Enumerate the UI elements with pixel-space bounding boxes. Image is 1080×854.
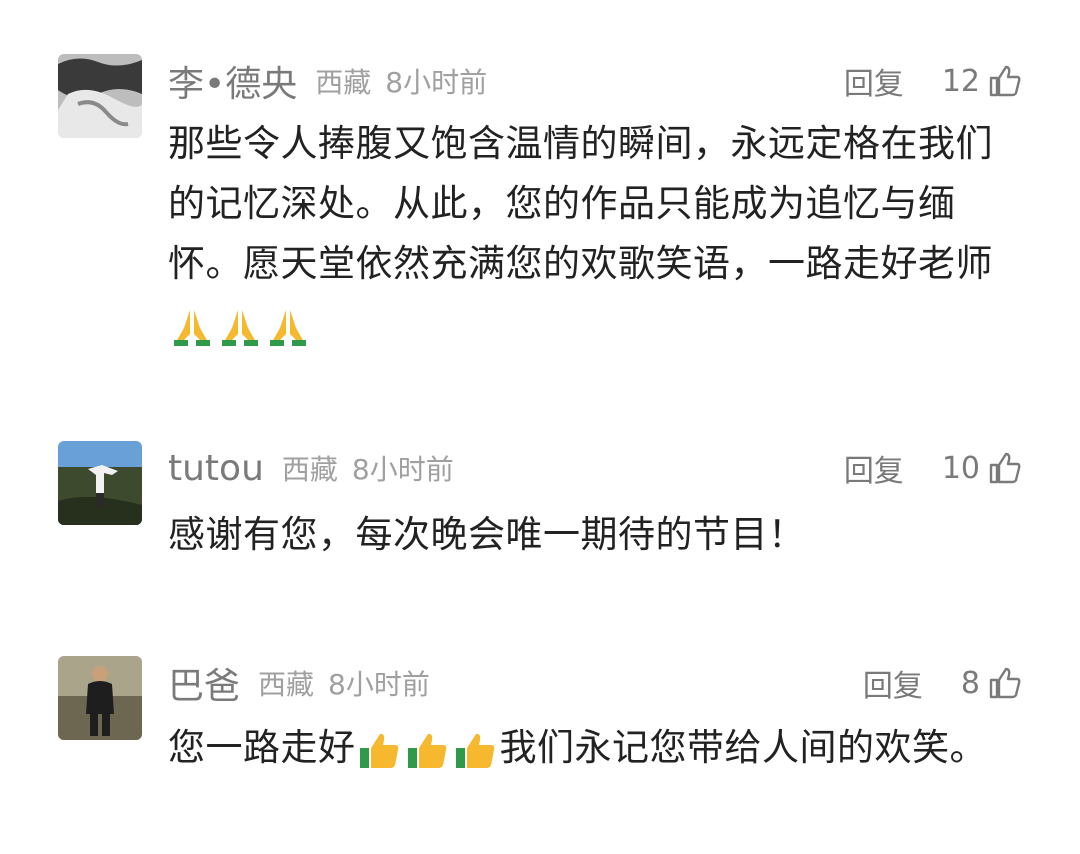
reply-button[interactable]: 回复 <box>863 661 923 705</box>
folded-hands-icon <box>170 304 214 348</box>
like-count: 8 <box>960 665 980 701</box>
comment-text-main: 您一路走好 <box>168 726 356 769</box>
like-icon[interactable] <box>988 666 1022 700</box>
thumbs-up-icon <box>358 728 402 772</box>
comment-actions: 回复 10 <box>844 441 1022 495</box>
location: 西藏 <box>258 668 315 701</box>
comment-text: 您一路走好 我们永记您带给人间的欢笑。 <box>168 718 1008 778</box>
timestamp: 8小时前 <box>385 66 488 99</box>
comment-actions: 回复 8 <box>863 656 1022 710</box>
comment-meta: 巴爸 西藏 8小时前 <box>168 656 430 710</box>
avatar[interactable] <box>58 54 142 138</box>
avatar[interactable] <box>58 441 142 525</box>
location: 西藏 <box>315 66 372 99</box>
timestamp: 8小时前 <box>351 453 454 486</box>
username[interactable]: tutou <box>168 448 264 489</box>
reply-button[interactable]: 回复 <box>844 446 904 490</box>
timestamp: 8小时前 <box>328 668 430 701</box>
like-icon[interactable] <box>988 64 1022 98</box>
like-count: 10 <box>941 450 980 486</box>
comment-meta: tutou 西藏 8小时前 <box>168 441 454 495</box>
comment-text: 那些令人捧腹又饱含温情的瞬间，永远定格在我们的记忆深处。从此，您的作品只能成为追… <box>168 114 1008 354</box>
comment-text-main: 那些令人捧腹又饱含温情的瞬间，永远定格在我们的记忆深处。从此，您的作品只能成为追… <box>168 122 993 285</box>
thumbs-up-icon <box>406 728 450 772</box>
comment-text-main: 感谢有您，每次晚会唯一期待的节目！ <box>168 513 806 556</box>
comment-meta: 李•德央 西藏 8小时前 <box>168 54 487 108</box>
avatar[interactable] <box>58 656 142 740</box>
username[interactable]: 巴爸 <box>168 657 240 709</box>
like-icon[interactable] <box>988 451 1022 485</box>
like-count: 12 <box>941 63 980 99</box>
thumbs-up-icon <box>454 728 498 772</box>
comment-text-tail: 我们永记您带给人间的欢笑。 <box>499 726 987 769</box>
folded-hands-icon <box>266 304 310 348</box>
folded-hands-icon <box>218 304 262 348</box>
comment-actions: 回复 12 <box>844 54 1022 108</box>
username[interactable]: 李•德央 <box>168 55 297 107</box>
location: 西藏 <box>281 453 338 486</box>
comment-text: 感谢有您，每次晚会唯一期待的节目！ <box>168 505 1008 565</box>
reply-button[interactable]: 回复 <box>844 59 904 103</box>
